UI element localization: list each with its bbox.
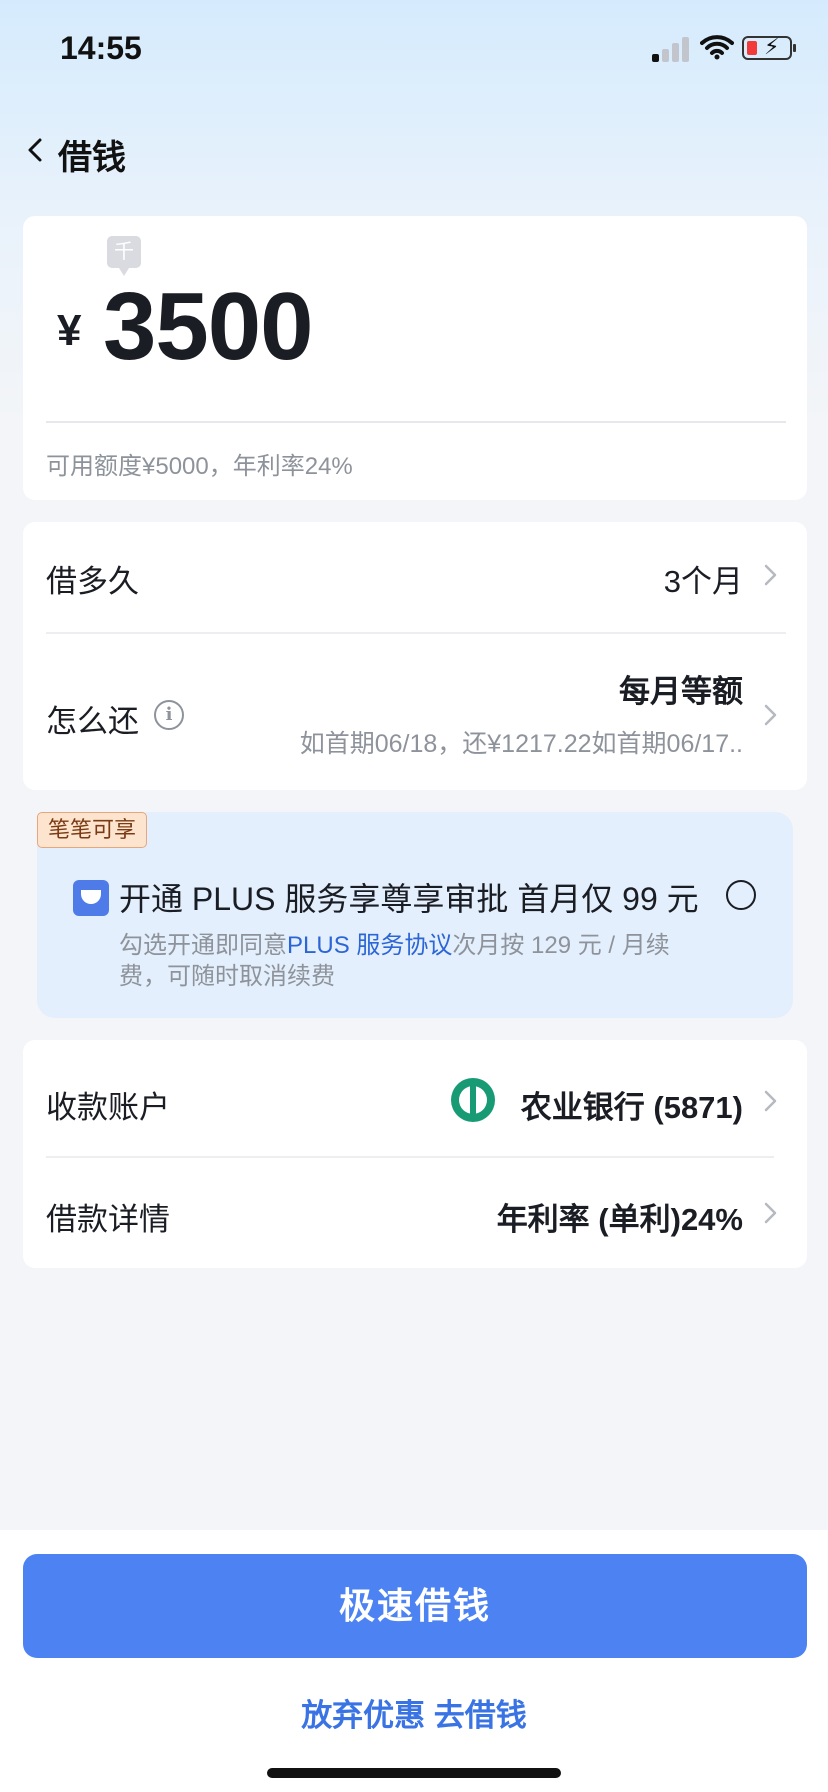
- term-label: 借多久: [46, 564, 139, 599]
- plus-logo-icon: [73, 880, 109, 916]
- divider: [46, 421, 786, 423]
- account-label: 收款账户: [46, 1090, 170, 1125]
- fast-borrow-button[interactable]: 极速借钱: [23, 1554, 807, 1658]
- divider: [46, 632, 786, 634]
- plus-opt-in-radio[interactable]: [726, 880, 756, 910]
- unit-hint-tooltip: 千: [107, 236, 141, 276]
- bank-logo-icon: [451, 1078, 495, 1122]
- agreement-prefix: 勾选开通即同意: [119, 932, 287, 959]
- amount-input[interactable]: 3500: [103, 272, 314, 382]
- home-indicator: [267, 1768, 561, 1778]
- repay-label: 怎么还: [46, 704, 139, 739]
- promo-badge: 笔笔可享: [37, 812, 148, 848]
- wifi-icon: [700, 35, 734, 60]
- bottom-action-bar: 极速借钱 放弃优惠 去借钱: [0, 1530, 828, 1792]
- repay-method-value: 每月等额: [619, 674, 743, 709]
- available-credit-text: 可用额度¥5000，年利率24%: [46, 453, 353, 480]
- plus-agreement-link[interactable]: PLUS 服务协议: [287, 932, 452, 959]
- status-bar: 14:55 ⚡: [0, 0, 828, 100]
- term-value: 3个月: [663, 564, 743, 599]
- loan-terms-card: 借多久 3个月 怎么还 i 每月等额 如首期06/18，还¥1217.22如首期…: [23, 522, 807, 790]
- plus-promo-card: 笔笔可享 开通 PLUS 服务享尊享审批 首月仅 99 元 勾选开通即同意PLU…: [37, 812, 793, 1018]
- status-time: 14:55: [60, 30, 142, 66]
- repay-schedule-text: 如首期06/18，还¥1217.22如首期06/17..: [299, 730, 743, 758]
- amount-card: 千 ¥ 3500 可用额度¥5000，年利率24%: [23, 216, 807, 500]
- promo-title: 开通 PLUS 服务享尊享审批 首月仅 99 元: [119, 881, 699, 917]
- bank-account-value: 农业银行 (5871): [520, 1090, 743, 1125]
- skip-offer-borrow-link[interactable]: 放弃优惠 去借钱: [0, 1690, 828, 1735]
- interest-rate-value: 年利率 (单利)24%: [496, 1202, 743, 1237]
- chevron-right-icon: [764, 1202, 777, 1224]
- promo-agreement-text: 勾选开通即同意PLUS 服务协议次月按 129 元 / 月续费，可随时取消续费: [119, 930, 679, 992]
- nav-bar: 借钱: [0, 110, 828, 190]
- chevron-right-icon: [764, 1090, 777, 1112]
- currency-symbol: ¥: [57, 306, 82, 355]
- details-label: 借款详情: [46, 1202, 170, 1237]
- account-card: 收款账户 农业银行 (5871) 借款详情 年利率 (单利)24%: [23, 1040, 807, 1268]
- divider: [46, 1156, 774, 1158]
- page-title: 借钱: [58, 139, 126, 177]
- info-icon[interactable]: i: [154, 700, 184, 730]
- chevron-right-icon: [764, 704, 777, 726]
- back-icon[interactable]: [22, 134, 50, 166]
- cellular-signal-icon: [652, 36, 690, 62]
- chevron-right-icon: [764, 564, 777, 586]
- battery-icon: ⚡: [742, 34, 796, 60]
